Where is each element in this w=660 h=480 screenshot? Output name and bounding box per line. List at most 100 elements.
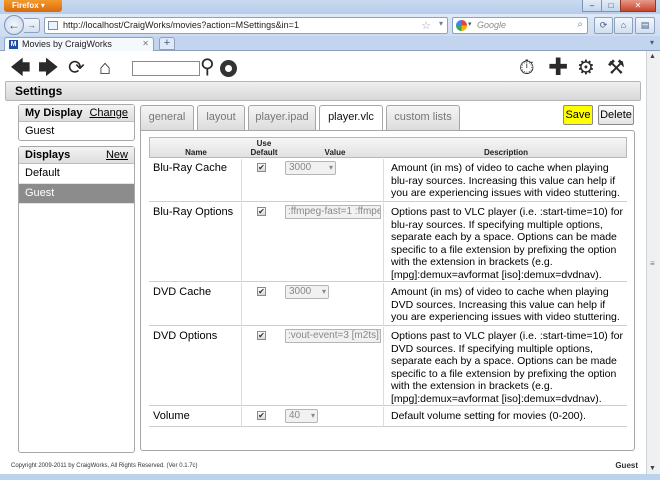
setting-value-input[interactable]: :vout-event=3 [m2ts]:d bbox=[285, 329, 381, 343]
table-row: Blu-Ray Cache ✔ 3000 Amount (in ms) of v… bbox=[149, 159, 627, 202]
add-icon[interactable]: ✚ bbox=[548, 56, 568, 80]
firefox-menu-button[interactable]: Firefox ▾ bbox=[4, 0, 62, 12]
browser-home-icon[interactable]: ⌂ bbox=[614, 17, 633, 34]
setting-description: Amount (in ms) of video to cache when pl… bbox=[391, 162, 620, 199]
vertical-scrollbar[interactable]: ▲ ≡ ▼ bbox=[646, 51, 660, 474]
setting-value-select[interactable]: 3000 bbox=[285, 285, 329, 299]
my-display-title: My Display bbox=[25, 107, 83, 119]
tools-icon[interactable]: ⚒ bbox=[607, 57, 625, 79]
use-default-line2: Default bbox=[250, 148, 278, 157]
tab-player-ipad[interactable]: player.ipad bbox=[248, 105, 316, 130]
use-default-checkbox[interactable]: ✔ bbox=[257, 163, 266, 172]
setting-description: Default volume setting for movies (0-200… bbox=[391, 410, 586, 422]
gear-icon[interactable]: ⚙ bbox=[577, 57, 595, 79]
reload-browser-icon[interactable]: ⟳ bbox=[594, 17, 613, 34]
browser-tabbar: M Movies by CraigWorks ✕ + ▾ bbox=[0, 36, 660, 51]
my-display-panel: My Display Change Guest bbox=[18, 104, 135, 141]
setting-name: DVD Options bbox=[153, 330, 218, 342]
new-display-link[interactable]: New bbox=[106, 149, 128, 161]
new-tab-icon[interactable]: + bbox=[159, 37, 175, 50]
displays-header: Displays New bbox=[19, 147, 134, 164]
current-display-value: Guest bbox=[25, 125, 55, 137]
tab-custom-lists[interactable]: custom lists bbox=[386, 105, 460, 130]
table-row: DVD Cache ✔ 3000 Amount (in ms) of video… bbox=[149, 283, 627, 326]
google-icon[interactable] bbox=[456, 20, 467, 31]
use-default-checkbox[interactable]: ✔ bbox=[257, 207, 266, 216]
tab-general[interactable]: general bbox=[140, 105, 194, 130]
search-engine-dropdown-icon[interactable]: ▾ bbox=[468, 20, 472, 28]
setting-name: Blu-Ray Cache bbox=[153, 162, 227, 174]
column-header-use-default: Use Default bbox=[242, 139, 286, 157]
setting-value-select[interactable]: 40 bbox=[285, 409, 318, 423]
window-titlebar: Firefox ▾ – □ ✕ bbox=[0, 0, 660, 14]
tab-player-vlc[interactable]: player.vlc bbox=[319, 105, 383, 131]
maximize-icon[interactable]: □ bbox=[601, 0, 621, 12]
my-display-header: My Display Change bbox=[19, 105, 134, 122]
bookmarks-icon[interactable]: ▤ bbox=[635, 17, 655, 34]
setting-name: Blu-Ray Options bbox=[153, 206, 234, 218]
browser-back-icon[interactable]: ← bbox=[4, 15, 24, 35]
clear-search-icon[interactable] bbox=[220, 60, 237, 77]
setting-value-input[interactable]: :ffmpeg-fast=1 :ffmpeg bbox=[285, 205, 381, 219]
use-default-checkbox[interactable]: ✔ bbox=[257, 331, 266, 340]
scroll-grip-icon[interactable]: ≡ bbox=[650, 259, 655, 268]
tab-layout[interactable]: layout bbox=[197, 105, 245, 130]
setting-description: Options past to VLC player (i.e. :start-… bbox=[391, 330, 623, 405]
change-display-link[interactable]: Change bbox=[89, 107, 128, 119]
browser-search-bar[interactable]: ▾ Google ⌕ bbox=[452, 17, 588, 34]
use-default-checkbox[interactable]: ✔ bbox=[257, 287, 266, 296]
tab-title: Movies by CraigWorks bbox=[22, 39, 112, 49]
minimize-icon[interactable]: – bbox=[582, 0, 602, 12]
displays-panel: Displays New Default Guest bbox=[18, 146, 135, 453]
tab-favicon-icon: M bbox=[9, 40, 18, 49]
tab-list-icon[interactable]: ▾ bbox=[650, 38, 654, 47]
settings-panel: Name Use Default Value Description Blu-Ra… bbox=[140, 130, 635, 451]
setting-name: DVD Cache bbox=[153, 286, 212, 298]
table-row: Volume ✔ 40 Default volume setting for m… bbox=[149, 407, 627, 427]
bookmark-star-icon[interactable]: ☆ bbox=[421, 19, 431, 32]
page-content: 🡄 🡆 ⟳ ⌂ ⚲ ⏱ ✚ ⚙ ⚒ Settings My Display Ch… bbox=[0, 51, 646, 474]
table-row: Blu-Ray Options ✔ :ffmpeg-fast=1 :ffmpeg… bbox=[149, 203, 627, 282]
column-header-value: Value bbox=[324, 148, 346, 157]
back-arrow-icon[interactable]: 🡄 bbox=[10, 57, 31, 79]
display-item-guest[interactable]: Guest bbox=[19, 184, 134, 204]
tab-close-icon[interactable]: ✕ bbox=[142, 39, 149, 48]
forward-arrow-icon[interactable]: 🡆 bbox=[38, 57, 59, 79]
refresh-icon[interactable]: ⟳ bbox=[68, 57, 85, 79]
delete-button[interactable]: Delete bbox=[598, 105, 634, 125]
setting-description: Amount (in ms) of video to cache when pl… bbox=[391, 286, 620, 323]
browser-search-icon[interactable]: ⌕ bbox=[577, 19, 583, 30]
browser-tab[interactable]: M Movies by CraigWorks ✕ bbox=[4, 37, 154, 51]
column-header-name: Name bbox=[185, 148, 207, 157]
firefox-menu-label: Firefox bbox=[12, 1, 39, 10]
footer-user: Guest bbox=[615, 461, 638, 470]
window-controls: – □ ✕ bbox=[582, 0, 656, 12]
home-icon[interactable]: ⌂ bbox=[99, 57, 111, 79]
status-bar bbox=[0, 474, 660, 480]
scroll-up-icon[interactable]: ▲ bbox=[649, 53, 656, 60]
browser-navbar: ← → http://localhost/CraigWorks/movies?a… bbox=[0, 14, 660, 36]
scroll-down-icon[interactable]: ▼ bbox=[649, 465, 656, 472]
table-header: Name Use Default Value Description bbox=[149, 137, 627, 158]
save-button[interactable]: Save bbox=[563, 105, 593, 125]
page-title: Settings bbox=[5, 81, 641, 101]
browser-forward-icon[interactable]: → bbox=[24, 18, 40, 33]
browser-search-placeholder: Google bbox=[477, 20, 507, 30]
url-text: http://localhost/CraigWorks/movies?actio… bbox=[63, 20, 299, 30]
url-bar[interactable]: http://localhost/CraigWorks/movies?actio… bbox=[44, 17, 448, 34]
close-window-icon[interactable]: ✕ bbox=[620, 0, 656, 12]
timer-icon[interactable]: ⏱ bbox=[519, 57, 535, 79]
url-dropdown-icon[interactable]: ▾ bbox=[439, 19, 443, 28]
displays-title: Displays bbox=[25, 149, 71, 161]
table-row: DVD Options ✔ :vout-event=3 [m2ts]:d Opt… bbox=[149, 327, 627, 406]
setting-value-select[interactable]: 3000 bbox=[285, 161, 336, 175]
site-identity-icon[interactable] bbox=[48, 21, 58, 30]
use-default-checkbox[interactable]: ✔ bbox=[257, 411, 266, 420]
column-header-description: Description bbox=[483, 148, 528, 157]
search-input[interactable] bbox=[132, 61, 200, 76]
setting-name: Volume bbox=[153, 410, 190, 422]
search-icon[interactable]: ⚲ bbox=[200, 56, 215, 78]
display-item-default[interactable]: Default bbox=[19, 164, 134, 184]
use-default-line1: Use bbox=[256, 139, 272, 148]
app-toolbar: 🡄 🡆 ⟳ ⌂ ⚲ ⏱ ✚ ⚙ ⚒ bbox=[0, 51, 646, 83]
